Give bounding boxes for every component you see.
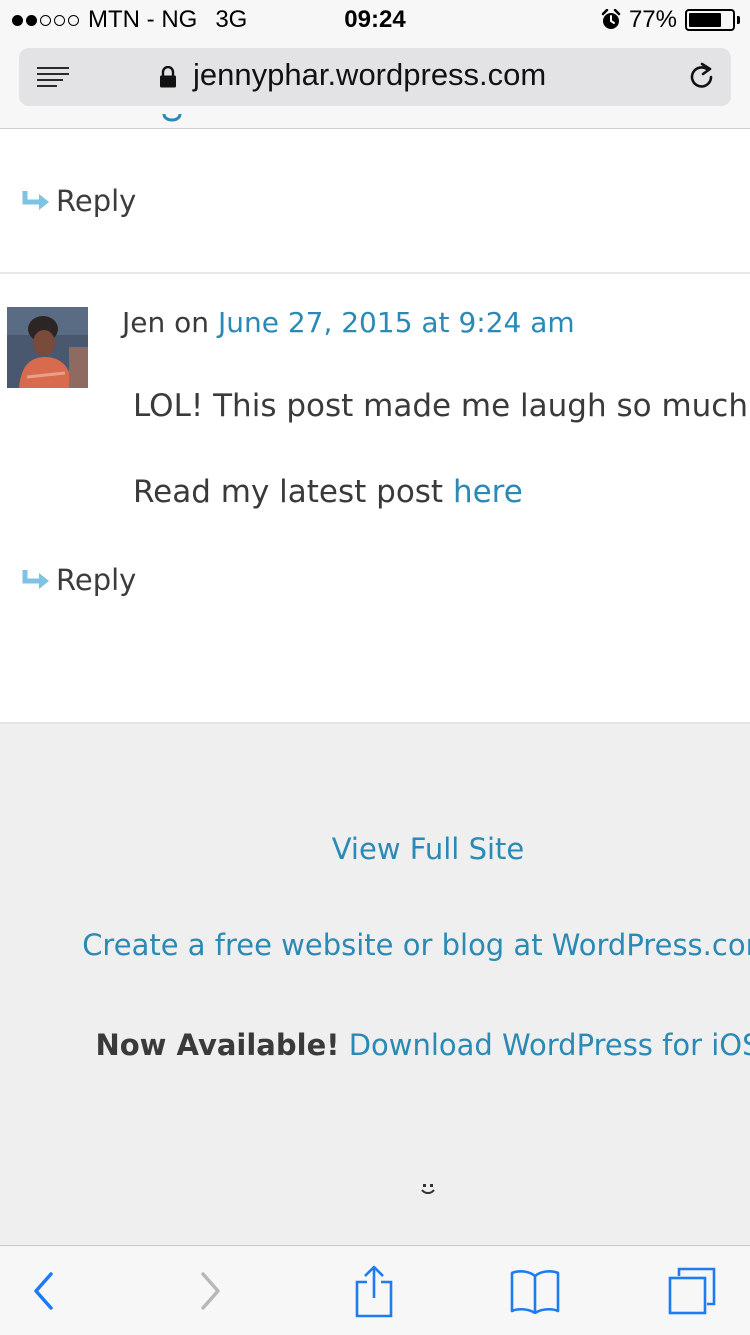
tabs-button[interactable] [652, 1246, 732, 1335]
alarm-clock-icon [601, 9, 621, 29]
status-bar: MTN - NG 3G 09:24 77% [0, 0, 750, 42]
battery-percent: 77% [628, 6, 677, 33]
share-icon [355, 1265, 393, 1317]
comment-date-link[interactable]: June 27, 2015 at 9:24 am [218, 306, 575, 339]
comment-meta: Jen on June 27, 2015 at 9:24 am [122, 306, 575, 339]
view-full-site-row: View Full Site [0, 832, 750, 866]
url-text[interactable]: jennyphar.wordpress.com [193, 57, 546, 93]
create-blog-link[interactable]: Create a free website or blog at WordPre… [82, 928, 750, 962]
reload-icon[interactable] [687, 62, 717, 92]
cut-off-link-text [162, 114, 182, 122]
share-button[interactable] [334, 1246, 414, 1335]
address-bar[interactable]: jennyphar.wordpress.com [19, 48, 731, 106]
reader-menu-icon[interactable] [37, 67, 69, 89]
forward-button[interactable] [171, 1246, 251, 1335]
book-icon [510, 1269, 560, 1314]
latest-post-link[interactable]: here [453, 474, 523, 510]
reply-arrow-icon [22, 570, 49, 589]
stats-smiley-icon [421, 1184, 435, 1194]
now-available-label: Now Available! [95, 1028, 340, 1062]
back-chevron-icon [34, 1271, 53, 1310]
comment-body: LOL! This post made me laugh so much! [133, 388, 750, 424]
reply-link[interactable]: Reply [22, 563, 136, 597]
battery-level-fill [689, 13, 722, 27]
battery-tip [737, 16, 740, 24]
status-right: 77% [601, 6, 740, 34]
battery-icon [685, 9, 735, 31]
comment-on-word: on [174, 306, 210, 339]
comment-author: Jen [122, 306, 166, 339]
avatar-photo [7, 307, 88, 388]
comment-divider [0, 272, 750, 274]
forward-chevron-icon [201, 1271, 220, 1310]
reply-label: Reply [56, 184, 137, 218]
reply-arrow-icon [22, 191, 49, 210]
app-promo-row: Now Available! Download WordPress for iO… [0, 1028, 750, 1062]
view-full-site-link[interactable]: View Full Site [332, 832, 525, 866]
download-app-link[interactable]: Download WordPress for iOS [349, 1028, 750, 1062]
tabs-icon [668, 1267, 716, 1314]
back-button[interactable] [3, 1246, 83, 1335]
latest-post-prefix: Read my latest post [133, 474, 444, 510]
reply-link[interactable]: Reply [22, 184, 136, 218]
site-footer: View Full Site Create a free website or … [0, 722, 750, 1248]
browser-toolbar [0, 1245, 750, 1335]
comment-latest-post: Read my latest post here [133, 474, 523, 510]
reply-label: Reply [56, 563, 137, 597]
lock-icon [160, 66, 176, 88]
bookmarks-button[interactable] [495, 1246, 575, 1335]
commenter-avatar[interactable] [7, 307, 88, 388]
create-blog-row: Create a free website or blog at WordPre… [0, 928, 750, 962]
browser-top-chrome: MTN - NG 3G 09:24 77% jennyphar.wordpres… [0, 0, 750, 129]
